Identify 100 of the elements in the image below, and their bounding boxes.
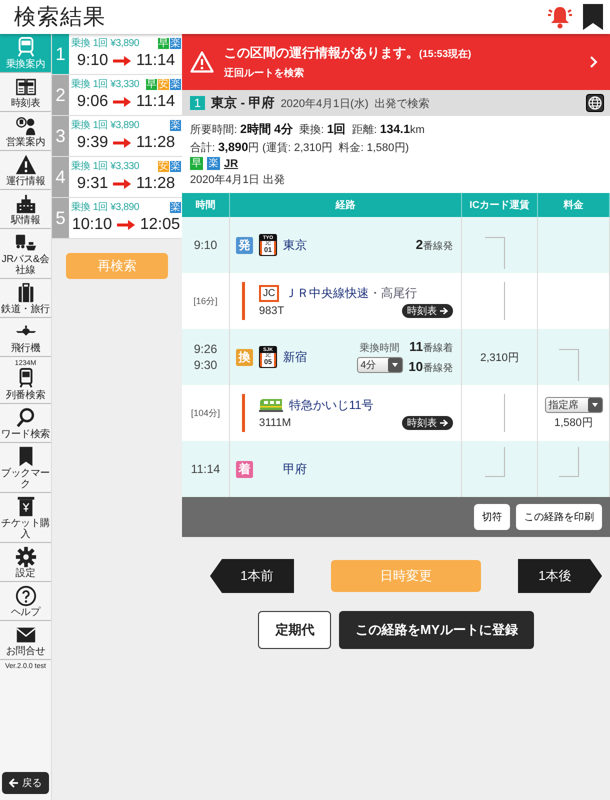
next-train-button[interactable]: 1本後	[518, 559, 602, 593]
route-badge: 早	[190, 157, 203, 170]
line-name[interactable]: 特急かいじ11号	[289, 396, 374, 414]
alert-title: この区間の運行情報があります。	[224, 45, 419, 60]
detour-link[interactable]: 迂回ルートを検索	[224, 66, 580, 80]
route-badge: 楽	[170, 120, 181, 130]
departure-time: 10:10	[72, 216, 112, 234]
route-title: 東京 - 甲府	[211, 94, 275, 112]
nav-item[interactable]: 運行情報	[0, 151, 51, 190]
departure-time: 9:10	[77, 52, 108, 70]
arrow-icon	[113, 138, 132, 148]
arrow-right-icon	[440, 418, 448, 426]
nav-label: 駅情報	[10, 215, 42, 226]
nav-label: 時刻表	[10, 98, 42, 109]
arrow-icon	[113, 179, 132, 189]
route-item[interactable]: 4 乗換 1回 ¥3,330 安 楽 9:31 11:28	[52, 157, 182, 198]
route-number: 5	[52, 198, 69, 238]
previous-train-button[interactable]: 1本前	[210, 559, 294, 593]
route-item[interactable]: 2 乗換 1回 ¥3,330 早 安 楽 9:06 11:14	[52, 75, 182, 116]
station-name[interactable]: 甲府	[283, 460, 307, 478]
search-date: 2020年4月1日(水)	[280, 96, 369, 110]
back-button[interactable]: 戻る	[2, 772, 49, 794]
route-number: 4	[52, 157, 69, 197]
destination-text: ・高尾行	[369, 284, 418, 302]
staff-icon	[14, 115, 36, 137]
nav-label: 乗換案内	[4, 59, 46, 70]
nav-item[interactable]: チケット購入	[0, 493, 51, 543]
warning-icon	[14, 154, 36, 176]
seat-dropdown[interactable]: 指定席	[544, 396, 602, 412]
route-badge: 早	[146, 78, 157, 90]
fare-bracket	[558, 349, 578, 381]
transfer-time-dropdown[interactable]: 4分	[356, 357, 403, 373]
globe-button[interactable]	[586, 94, 604, 112]
route-summary: 乗換 1回 ¥3,330	[71, 160, 140, 173]
line-name[interactable]: ＪＲ中央線快速	[285, 284, 370, 302]
arrival-time: 11:14	[136, 93, 175, 111]
platform-label: 番線発	[423, 241, 453, 252]
nav-label: お問合せ	[4, 646, 46, 657]
departure-date: 2020年4月1日 出発	[190, 173, 286, 187]
station-name[interactable]: 新宿	[283, 348, 307, 366]
arrival-time: 11:28	[136, 175, 175, 193]
timetable-button[interactable]: 時刻表	[402, 416, 453, 430]
route-summary: 乗換 1回 ¥3,890	[71, 200, 140, 214]
route-badge: 安	[158, 78, 169, 90]
nav-label: 鉄道・旅行	[0, 304, 51, 315]
nav-item[interactable]: 駅情報	[0, 190, 51, 229]
station-mark: 発	[236, 236, 253, 254]
nav-label: ブックマーク	[0, 468, 51, 490]
nav-item[interactable]: JRバス&会社線	[0, 229, 51, 279]
route-number-badge: 1	[190, 96, 205, 110]
nav-item[interactable]: ブックマーク	[0, 443, 51, 493]
toolbar-button[interactable]: 切符	[474, 504, 510, 530]
globe-icon	[588, 96, 602, 110]
route-number: 1	[52, 34, 69, 74]
nav-item[interactable]: お問合せ	[0, 621, 51, 660]
duration-text: [16分]	[193, 294, 218, 308]
fare-amount: 2,310円	[480, 350, 519, 364]
page-title: 検索結果	[14, 3, 106, 31]
toolbar-button[interactable]: この経路を印刷	[516, 504, 602, 530]
back-arrow-icon	[9, 778, 19, 788]
nav-label: 設定	[14, 568, 36, 579]
bookmark-icon[interactable]	[582, 4, 604, 30]
timetable-button[interactable]: 時刻表	[402, 304, 453, 318]
fare-bracket	[484, 237, 504, 269]
train-number: 983T	[259, 304, 284, 316]
nav-item[interactable]: 営業案内	[0, 112, 51, 151]
commuter-pass-button[interactable]: 定期代	[258, 611, 332, 649]
nav-label: 運行情報	[4, 176, 46, 187]
help-icon	[14, 585, 36, 607]
operator-logo: JR	[224, 158, 238, 170]
nav-item[interactable]: 時刻表	[0, 73, 51, 112]
time-text: 9:10	[194, 238, 218, 252]
route-summary: 乗換 1回 ¥3,890	[71, 36, 140, 50]
nav-item[interactable]: ワード検索	[0, 404, 51, 443]
route-item[interactable]: 3 乗換 1回 ¥3,890 楽 9:39 11:28	[52, 116, 182, 157]
nav-item[interactable]: ヘルプ	[0, 582, 51, 621]
bell-icon[interactable]	[546, 4, 574, 30]
route-item[interactable]: 5 乗換 1回 ¥3,890 楽 10:10 12:05	[52, 198, 182, 239]
nav-item[interactable]: 設定	[0, 543, 51, 582]
nav-label: 列番検索	[4, 390, 46, 401]
platform-number: 2	[416, 237, 423, 252]
fee-amount: 1,580円	[554, 416, 593, 430]
train-icon	[259, 398, 283, 412]
summary-text: 所要時間: 2時間 4分 乗換: 1回 距離: 134.1km	[190, 121, 426, 138]
dropdown-caret-icon	[388, 358, 402, 372]
station-mark: 着	[236, 460, 253, 478]
register-route-button[interactable]: この経路をMYルートに登録	[339, 611, 534, 649]
nav-item[interactable]: 飛行機	[0, 318, 51, 357]
search-icon	[14, 407, 36, 429]
nav-label: チケット購入	[0, 518, 51, 540]
departure-time: 9:06	[77, 93, 108, 111]
arrival-time: 12:05	[140, 216, 180, 234]
route-item[interactable]: 1 乗換 1回 ¥3,890 早 楽 9:10 11:14	[52, 34, 182, 75]
station-name[interactable]: 東京	[283, 236, 307, 254]
nav-item[interactable]: 鉄道・旅行	[0, 279, 51, 318]
arrival-time: 11:28	[136, 134, 175, 152]
alert-banner[interactable]: この区間の運行情報があります。(15:53現在) 迂回ルートを検索	[182, 34, 610, 90]
dropdown-caret-icon	[588, 398, 602, 412]
chevron-right-icon	[590, 56, 598, 68]
line-badge: JC	[259, 284, 280, 302]
